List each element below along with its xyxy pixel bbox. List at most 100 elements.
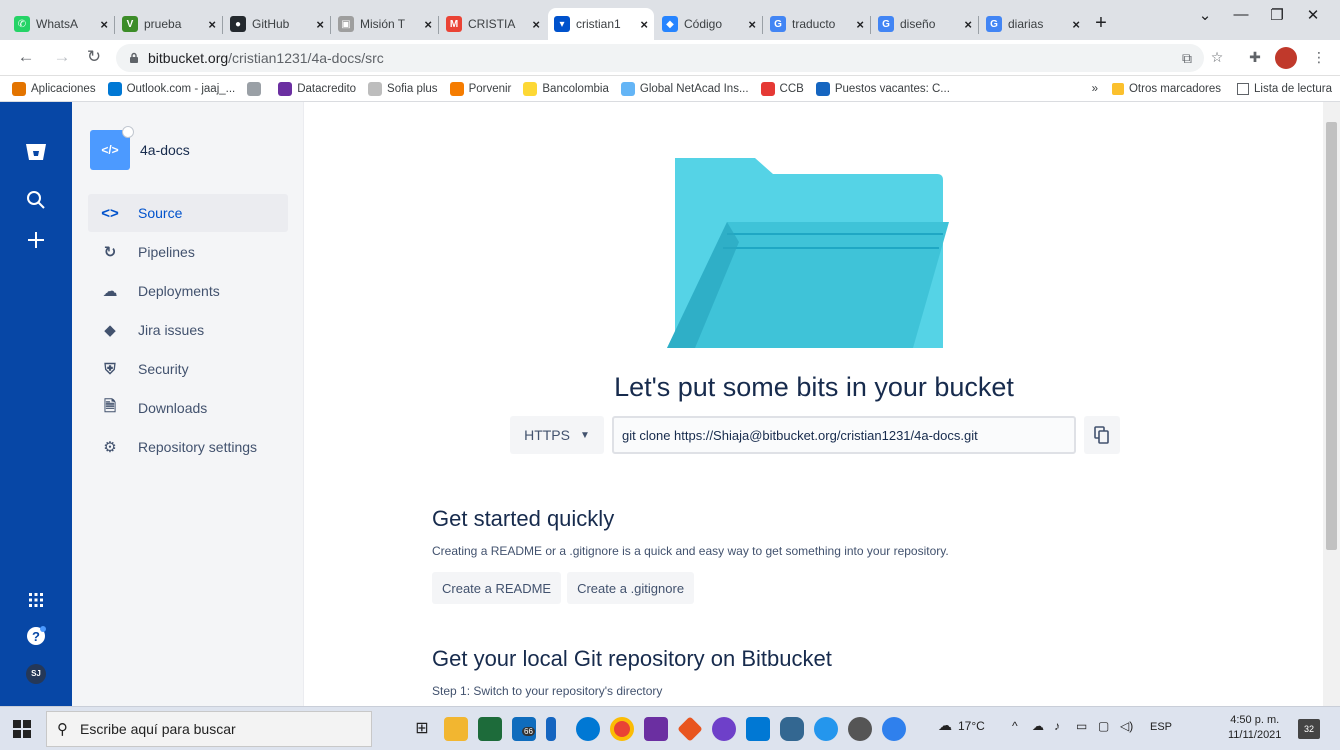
edge-browser-icon[interactable]	[576, 717, 600, 741]
taskbar-clock[interactable]: 4:50 p. m. 11/11/2021	[1228, 713, 1281, 743]
file-explorer-icon[interactable]	[444, 717, 468, 741]
browser-tab[interactable]: Gtraducto ×	[764, 8, 870, 40]
browser-tab[interactable]: ✆ WhatsA ×	[8, 8, 114, 40]
tab-search-chevron-icon[interactable]: ⌄	[1190, 6, 1220, 24]
browser-tab[interactable]: Vprueba ×	[116, 8, 222, 40]
forward-arrow-icon[interactable]: →	[50, 47, 74, 67]
task-view-icon[interactable]: ⊞	[410, 717, 434, 741]
github-desktop-icon[interactable]	[712, 717, 736, 741]
back-arrow-icon[interactable]: ←	[14, 47, 38, 67]
copy-clone-button[interactable]	[1084, 416, 1120, 454]
tab-close-icon[interactable]: ×	[316, 17, 324, 32]
bookmark-item[interactable]: CCB	[760, 81, 804, 96]
create-plus-icon[interactable]	[24, 228, 48, 252]
bookmark-item[interactable]: Global NetAcad Ins...	[620, 81, 749, 96]
help-icon[interactable]: ?	[24, 624, 48, 648]
browser-tab[interactable]: ● GitHub ×	[224, 8, 330, 40]
sidebar-item-repository-settings[interactable]: ⚙ Repository settings	[88, 428, 288, 466]
notes-app-icon[interactable]	[546, 717, 556, 741]
input-language[interactable]: ESP	[1150, 721, 1172, 733]
tab-close-icon[interactable]: ×	[964, 17, 972, 32]
tab-close-icon[interactable]: ×	[208, 17, 216, 32]
create-readme-button[interactable]: Create a README	[432, 572, 562, 604]
tab-close-icon[interactable]: ×	[1072, 17, 1080, 32]
sidebar-item-source[interactable]: <> Source	[88, 194, 288, 232]
weather-icon[interactable]: ☁	[938, 717, 952, 734]
browser-tab[interactable]: Gdiarias ×	[980, 8, 1086, 40]
bookmark-item[interactable]: Datacredito	[278, 81, 356, 96]
vscode-icon[interactable]	[746, 717, 770, 741]
close-window-icon[interactable]: ✕	[1298, 6, 1328, 24]
store-icon[interactable]	[478, 717, 502, 741]
scrollbar-thumb[interactable]	[1326, 122, 1337, 550]
bookmark-item[interactable]: Bancolombia	[523, 81, 609, 96]
sidebar-item-downloads[interactable]: 🗎 Downloads	[88, 389, 288, 427]
restore-icon[interactable]: ❐	[1262, 6, 1292, 24]
reload-icon[interactable]: ↻	[82, 47, 106, 67]
svg-text:?: ?	[32, 629, 40, 644]
bitbucket-logo-icon[interactable]	[24, 140, 48, 164]
browser-tab-strip: ✆ WhatsA × Vprueba × ● GitHub × ▣ Misión T × M CRIST…	[0, 0, 1340, 40]
tab-close-icon[interactable]: ×	[424, 17, 432, 32]
bookmark-item[interactable]: Outlook.com - jaaj_...	[107, 81, 235, 96]
weather-temperature[interactable]: 17°C	[958, 719, 985, 733]
tray-volume-icon[interactable]: ◁)	[1120, 719, 1133, 733]
address-bar[interactable]: bitbucket.org/cristian1231/4a-docs/src	[116, 44, 1204, 72]
tab-close-icon[interactable]: ×	[100, 17, 108, 32]
browser-tab[interactable]: ◆ Código ×	[656, 8, 762, 40]
chrome-browser-icon[interactable]	[610, 717, 634, 741]
chrome-menu-icon[interactable]: ⋮	[1308, 49, 1330, 66]
tab-title: cristian1	[576, 17, 621, 31]
user-avatar[interactable]: SJ	[26, 664, 46, 684]
repository-header[interactable]: </> 4a-docs	[90, 126, 190, 170]
browser-tab[interactable]: M CRISTIA ×	[440, 8, 546, 40]
tray-battery-icon[interactable]: ▭	[1076, 719, 1087, 733]
ide-app-icon[interactable]	[644, 717, 668, 741]
tray-microphone-icon[interactable]: ♪	[1054, 719, 1060, 733]
notification-center-icon[interactable]: 32	[1298, 719, 1320, 739]
bookmark-item[interactable]: Puestos vacantes: C...	[815, 81, 950, 96]
app-circle-icon[interactable]	[848, 717, 872, 741]
tray-overflow-chevron-icon[interactable]: ^	[1012, 719, 1018, 733]
bookmark-item[interactable]: Porvenir	[449, 81, 511, 96]
bookmark-item[interactable]: Aplicaciones	[12, 81, 96, 96]
bookmarks-overflow[interactable]: »	[1092, 83, 1098, 95]
bookmark-star-icon[interactable]: ☆	[1206, 49, 1228, 66]
browser-tab[interactable]: ▣ Misión T ×	[332, 8, 438, 40]
mail-icon[interactable]: 66	[512, 717, 536, 741]
translate-icon[interactable]: ⧉	[1176, 50, 1198, 67]
protocol-select[interactable]: HTTPS ▼	[510, 416, 604, 454]
tab-close-icon[interactable]: ×	[532, 17, 540, 32]
taskbar-search-box[interactable]: ⚲ Escribe aquí para buscar	[46, 711, 372, 747]
docker-icon[interactable]	[814, 717, 838, 741]
tray-display-icon[interactable]: ▢	[1098, 719, 1109, 733]
minimize-icon[interactable]: —	[1226, 6, 1256, 23]
extensions-puzzle-icon[interactable]: ✚	[1244, 49, 1266, 66]
browser-tab[interactable]: Gdiseño ×	[872, 8, 978, 40]
windows-start-icon[interactable]	[12, 719, 32, 739]
chrome-profile-avatar[interactable]	[1275, 47, 1297, 69]
sidebar-item-deployments[interactable]: ☁ Deployments	[88, 272, 288, 310]
search-icon[interactable]	[24, 188, 48, 212]
app-switcher-icon[interactable]	[24, 588, 48, 612]
reading-list[interactable]: Lista de lectura	[1254, 83, 1332, 95]
bookmark-item[interactable]: Sofia plus	[368, 81, 438, 96]
app-wave-icon[interactable]	[882, 717, 906, 741]
sidebar-item-jira-issues[interactable]: ◆ Jira issues	[88, 311, 288, 349]
sidebar-item-security[interactable]: ⛨ Security	[88, 350, 288, 388]
get-started-actions: Create a README Create a .gitignore	[432, 572, 700, 604]
tray-network-icon[interactable]: ☁	[1032, 719, 1044, 733]
tab-close-icon[interactable]: ×	[748, 17, 756, 32]
clone-command-input[interactable]	[612, 416, 1076, 454]
tab-close-icon[interactable]: ×	[640, 17, 648, 32]
create-gitignore-button[interactable]: Create a .gitignore	[567, 572, 695, 604]
browser-tab[interactable]: ▾ cristian1 ×	[548, 8, 654, 40]
new-tab-button[interactable]: +	[1088, 11, 1114, 37]
tab-close-icon[interactable]: ×	[856, 17, 864, 32]
bookmark-item[interactable]	[247, 81, 266, 96]
main-content: Let's put some bits in your bucket HTTPS…	[305, 102, 1323, 706]
postgres-icon[interactable]	[780, 717, 804, 741]
git-app-icon[interactable]	[677, 716, 703, 742]
sidebar-item-pipelines[interactable]: ↻ Pipelines	[88, 233, 288, 271]
other-bookmarks[interactable]: Otros marcadores	[1129, 83, 1221, 95]
